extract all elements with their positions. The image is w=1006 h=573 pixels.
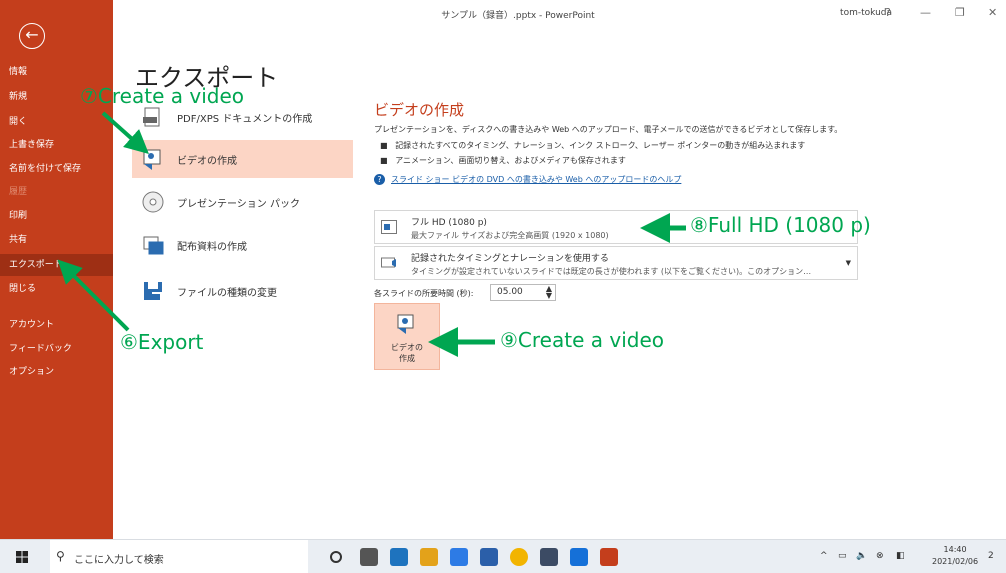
task-view-icon[interactable] (360, 548, 378, 566)
edge-browser-icon[interactable] (390, 548, 408, 566)
cortana-icon[interactable] (330, 551, 342, 563)
search-placeholder: ここに入力して検索 (74, 555, 164, 566)
notification-icon[interactable]: 2 (988, 551, 994, 561)
powerpoint-window: ← 情報 新規 開く 上書き保存 名前を付けて保存 履歴 印刷 共有 エクスポー… (0, 0, 1006, 573)
search-icon: ⚲ (56, 549, 65, 563)
file-explorer-icon[interactable] (420, 548, 438, 566)
zoom-icon[interactable] (450, 548, 468, 566)
taskbar-clock[interactable]: 14:40 2021/02/06 (932, 544, 978, 568)
app-icon[interactable] (540, 548, 558, 566)
app-icon[interactable] (480, 548, 498, 566)
chrome-browser-icon[interactable] (510, 548, 528, 566)
taskbar-search-box[interactable]: ⚲ ここに入力して検索 (50, 540, 308, 573)
tray-chevron-icon[interactable]: ^ (820, 551, 828, 561)
powerpoint-taskbar-icon[interactable] (600, 548, 618, 566)
network-icon[interactable]: ▭ (838, 551, 847, 561)
arrow-step6 (57, 259, 130, 332)
clock-date: 2021/02/06 (932, 557, 979, 566)
app-icon[interactable] (570, 548, 588, 566)
clock-time: 14:40 (943, 545, 967, 554)
arrow-step7 (101, 111, 149, 154)
volume-icon[interactable]: 🔈 (856, 551, 867, 561)
windows-taskbar: ⚲ ここに入力して検索 ^ ▭ 🔈 ⊗ ◧ 14:40 2021/02/06 2 (0, 539, 1006, 573)
notification-count: 2 (988, 551, 994, 561)
status-icon[interactable]: ⊗ (876, 551, 884, 561)
annotation-arrows (57, 111, 686, 357)
windows-start-icon[interactable] (16, 551, 28, 563)
ime-icon[interactable]: ◧ (896, 551, 905, 561)
